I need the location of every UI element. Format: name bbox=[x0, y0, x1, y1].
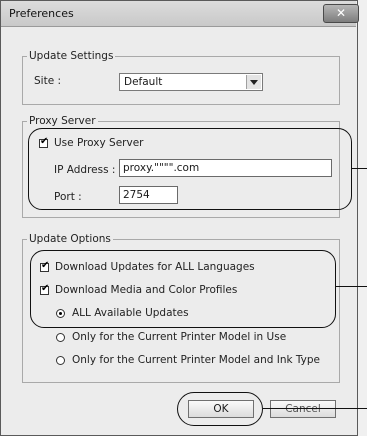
port-label: Port : bbox=[54, 191, 82, 203]
ok-button[interactable]: OK bbox=[188, 400, 254, 418]
checkmark-icon: ✔ bbox=[41, 260, 50, 271]
radio-model-and-ink-label: Only for the Current Printer Model and I… bbox=[72, 354, 321, 366]
download-media-label: Download Media and Color Profiles bbox=[55, 284, 238, 296]
port-field[interactable]: 2754 bbox=[119, 186, 178, 204]
cancel-button[interactable]: Cancel bbox=[270, 400, 336, 418]
chevron-down-icon bbox=[250, 80, 258, 85]
proxy-callout-leader bbox=[352, 168, 367, 169]
site-select-value: Default bbox=[124, 76, 163, 88]
site-select[interactable]: Default bbox=[119, 73, 263, 91]
title-bar: Preferences ✕ bbox=[1, 1, 359, 27]
radio-model-and-ink[interactable] bbox=[56, 356, 65, 365]
cancel-button-label: Cancel bbox=[285, 403, 321, 415]
ip-address-value: proxy."""".com bbox=[123, 162, 200, 174]
close-button[interactable]: ✕ bbox=[323, 4, 359, 23]
site-select-dropdown-button[interactable] bbox=[246, 75, 261, 89]
use-proxy-label: Use Proxy Server bbox=[54, 137, 144, 149]
radio-current-model[interactable] bbox=[56, 333, 65, 342]
site-label: Site : bbox=[34, 75, 62, 87]
proxy-server-legend: Proxy Server bbox=[29, 115, 96, 127]
ok-callout-leader bbox=[263, 408, 367, 409]
download-languages-label: Download Updates for ALL Languages bbox=[55, 261, 255, 273]
ok-button-label: OK bbox=[213, 403, 229, 415]
checkmark-icon: ✔ bbox=[40, 136, 49, 147]
radio-selected-dot bbox=[59, 312, 62, 315]
update-settings-legend: Update Settings bbox=[29, 50, 114, 62]
use-proxy-checkbox[interactable]: ✔ bbox=[39, 136, 49, 148]
close-icon: ✕ bbox=[335, 6, 347, 20]
radio-all-updates-label: ALL Available Updates bbox=[72, 307, 189, 319]
port-value: 2754 bbox=[123, 189, 150, 201]
ip-address-label: IP Address : bbox=[54, 164, 116, 176]
ip-address-field[interactable]: proxy."""".com bbox=[119, 159, 332, 177]
checkmark-icon: ✔ bbox=[41, 283, 50, 294]
radio-current-model-label: Only for the Current Printer Model in Us… bbox=[72, 331, 287, 343]
radio-all-updates[interactable] bbox=[56, 309, 65, 318]
dialog-title: Preferences bbox=[9, 7, 74, 20]
update-options-callout-leader bbox=[336, 286, 367, 287]
download-media-checkbox[interactable]: ✔ bbox=[40, 283, 50, 295]
update-options-legend: Update Options bbox=[29, 233, 111, 245]
download-languages-checkbox[interactable]: ✔ bbox=[40, 260, 50, 272]
